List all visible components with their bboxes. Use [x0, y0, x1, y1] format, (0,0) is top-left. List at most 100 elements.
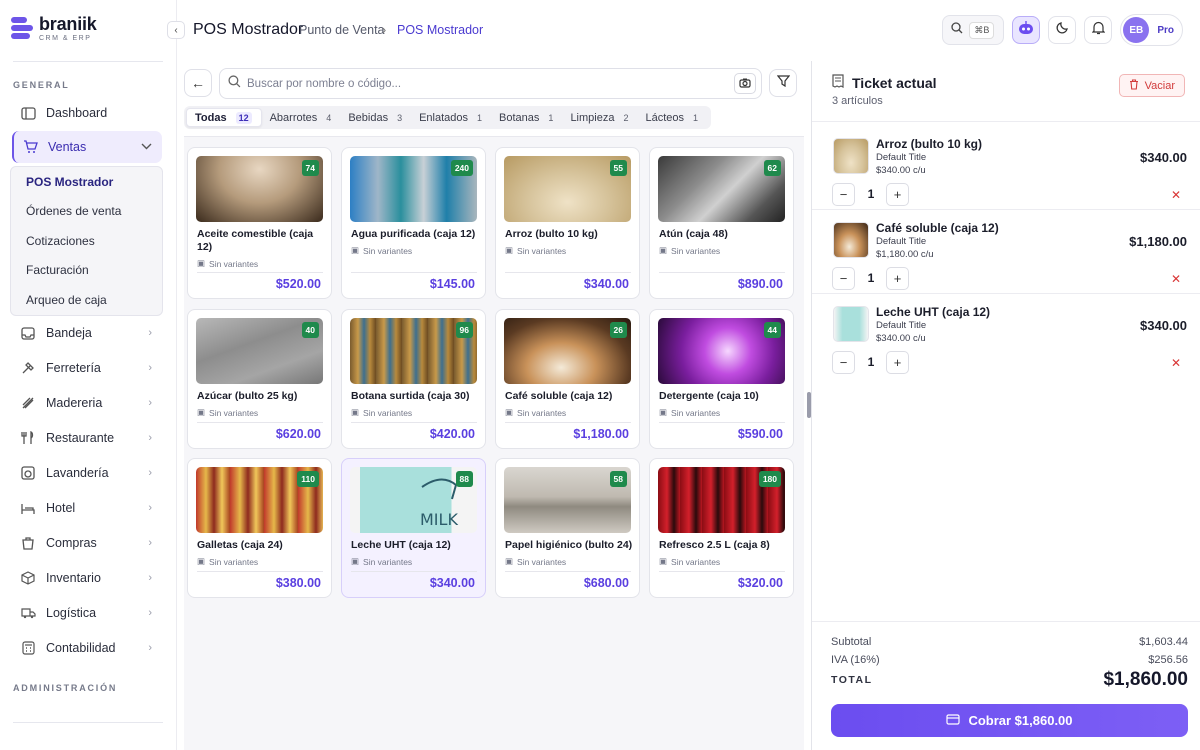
stock-badge: 110 — [297, 471, 319, 487]
submenu-pos-mostrador[interactable]: POS Mostrador — [11, 167, 162, 197]
line-unit-price: $340.00 c/u — [876, 165, 926, 176]
remove-line-button[interactable]: ✕ — [1171, 356, 1181, 370]
product-card[interactable]: 240 Agua purificada (caja 12) ▣ Sin varia… — [341, 147, 486, 299]
user-menu[interactable]: EB Pro — [1120, 14, 1183, 46]
sidebar-item-logistica[interactable]: Logística › — [12, 597, 162, 629]
tab-limpieza[interactable]: Limpieza 2 — [562, 108, 637, 127]
decrement-button[interactable]: − — [832, 183, 855, 206]
sidebar-item-contabilidad[interactable]: Contabilidad › — [12, 632, 162, 664]
divider — [659, 571, 785, 572]
ticket-header: Ticket actual — [832, 74, 937, 91]
product-card[interactable]: 74 Aceite comestible (caja 12) ▣ Sin vari… — [187, 147, 332, 299]
notifications-button[interactable] — [1084, 16, 1113, 44]
ticket-panel: Ticket actual 3 artículos Vaciar Arroz (… — [811, 61, 1200, 750]
tab-bebidas[interactable]: Bebidas 3 — [340, 108, 411, 127]
brand-name: braniik — [39, 13, 97, 34]
search-input[interactable] — [247, 77, 717, 90]
line-quantity[interactable]: 1 — [863, 355, 879, 369]
product-price: $680.00 — [583, 576, 629, 590]
hotel-icon — [20, 500, 36, 516]
tab-count: 1 — [693, 112, 699, 123]
submenu-ordenes-venta[interactable]: Órdenes de venta — [11, 197, 162, 227]
submenu-cotizaciones[interactable]: Cotizaciones — [11, 226, 162, 256]
filter-button[interactable] — [769, 69, 797, 97]
product-card[interactable]: 40 Azúcar (bulto 25 kg) ▣ Sin variantes $… — [187, 309, 332, 449]
sidebar-item-bandeja[interactable]: Bandeja › — [12, 317, 162, 349]
product-image: 44 — [658, 318, 785, 384]
tab-botanas[interactable]: Botanas 1 — [491, 108, 562, 127]
sidebar-item-inventario[interactable]: Inventario › — [12, 562, 162, 594]
product-name: Café soluble (caja 12) — [505, 390, 613, 402]
sidebar-item-madereria[interactable]: Madereria › — [12, 387, 162, 419]
checkout-button[interactable]: Cobrar $1,860.00 — [831, 704, 1188, 737]
product-card[interactable]: 96 Botana surtida (caja 30) ▣ Sin variant… — [341, 309, 486, 449]
clear-ticket-button[interactable]: Vaciar — [1118, 74, 1185, 97]
divider — [812, 121, 1200, 122]
tab-abarrotes[interactable]: Abarrotes 4 — [262, 108, 341, 127]
product-name: Aceite comestible (caja 12) — [197, 228, 314, 253]
tab-todas[interactable]: Todas 12 — [186, 108, 262, 127]
breadcrumb-punto-de-venta[interactable]: Punto de Venta — [299, 23, 385, 37]
chevron-right-icon: › — [148, 502, 152, 514]
submenu-facturacion[interactable]: Facturación — [11, 256, 162, 286]
section-general: GENERAL — [13, 80, 70, 90]
collapse-sidebar-button[interactable]: ‹ — [167, 21, 185, 39]
line-quantity[interactable]: 1 — [863, 187, 879, 201]
iva-label: IVA (16%) — [831, 654, 880, 666]
remove-line-button[interactable]: ✕ — [1171, 188, 1181, 202]
inbox-icon — [20, 325, 36, 341]
ticket-line: Arroz (bulto 10 kg) Default Title $340.0… — [812, 125, 1200, 209]
divider — [351, 422, 477, 423]
sidebar-item-dashboard[interactable]: Dashboard — [12, 97, 162, 129]
product-card[interactable]: 58 Papel higiénico (bulto 24) ▣ Sin varia… — [495, 458, 640, 598]
sidebar-item-hotel[interactable]: Hotel › — [12, 492, 162, 524]
product-image: 74 — [196, 156, 323, 222]
filter-icon — [776, 74, 790, 92]
divider — [812, 621, 1200, 622]
product-name: Refresco 2.5 L (caja 8) — [659, 539, 770, 551]
sidebar-item-label: Ventas — [48, 140, 87, 154]
subtotal-row: Subtotal $1,603.44 — [831, 636, 1188, 648]
product-card[interactable]: 62 Atún (caja 48) ▣ Sin variantes $890.00 — [649, 147, 794, 299]
remove-line-button[interactable]: ✕ — [1171, 272, 1181, 286]
line-quantity[interactable]: 1 — [863, 271, 879, 285]
product-card-in-cart[interactable]: MILK 88 Leche UHT (caja 12) ▣ Sin variant… — [341, 458, 486, 598]
tab-lacteos[interactable]: Lácteos 1 — [637, 108, 707, 127]
sidebar-item-compras[interactable]: Compras › — [12, 527, 162, 559]
sidebar-item-restaurante[interactable]: Restaurante › — [12, 422, 162, 454]
tab-enlatados[interactable]: Enlatados 1 — [411, 108, 491, 127]
product-card[interactable]: 26 Café soluble (caja 12) ▣ Sin variantes… — [495, 309, 640, 449]
increment-button[interactable]: + — [886, 183, 909, 206]
sidebar-item-lavanderia[interactable]: Lavandería › — [12, 457, 162, 489]
close-icon: ✕ — [1170, 188, 1181, 202]
ai-assistant-button[interactable] — [1012, 16, 1041, 44]
product-image: 96 — [350, 318, 477, 384]
product-card[interactable]: 55 Arroz (bulto 10 kg) ▣ Sin variantes $3… — [495, 147, 640, 299]
decrement-button[interactable]: − — [832, 267, 855, 290]
decrement-button[interactable]: − — [832, 351, 855, 374]
theme-toggle-button[interactable] — [1048, 16, 1077, 44]
sidebar-item-label: Hotel — [46, 501, 76, 515]
increment-button[interactable]: + — [886, 267, 909, 290]
product-variants: ▣ Sin variantes — [659, 556, 721, 567]
product-card[interactable]: 44 Detergente (caja 10) ▣ Sin variantes $… — [649, 309, 794, 449]
product-name: Azúcar (bulto 25 kg) — [197, 390, 298, 402]
submenu-arqueo-caja[interactable]: Arqueo de caja — [11, 285, 162, 315]
tag-icon: ▣ — [351, 407, 360, 417]
subtotal-value: $1,603.44 — [1139, 636, 1188, 648]
barcode-camera-button[interactable] — [734, 73, 756, 94]
tab-label: Lácteos — [645, 111, 685, 124]
product-name: Leche UHT (caja 12) — [351, 539, 451, 551]
brand-logo[interactable]: braniik CRM & ERP — [11, 14, 97, 42]
section-admin: ADMINISTRACIÓN — [13, 683, 118, 693]
sidebar-item-ventas[interactable]: Ventas — [12, 131, 162, 163]
global-search-button[interactable]: ⌘B — [942, 15, 1005, 45]
increment-button[interactable]: + — [886, 351, 909, 374]
sidebar-item-ferreteria[interactable]: Ferretería › — [12, 352, 162, 384]
back-button[interactable]: ← — [184, 69, 212, 97]
product-card[interactable]: 110 Galletas (caja 24) ▣ Sin variantes $3… — [187, 458, 332, 598]
product-image: 55 — [504, 156, 631, 222]
product-image: 26 — [504, 318, 631, 384]
product-card[interactable]: 180 Refresco 2.5 L (caja 8) ▣ Sin variant… — [649, 458, 794, 598]
product-name: Agua purificada (caja 12) — [351, 228, 476, 240]
